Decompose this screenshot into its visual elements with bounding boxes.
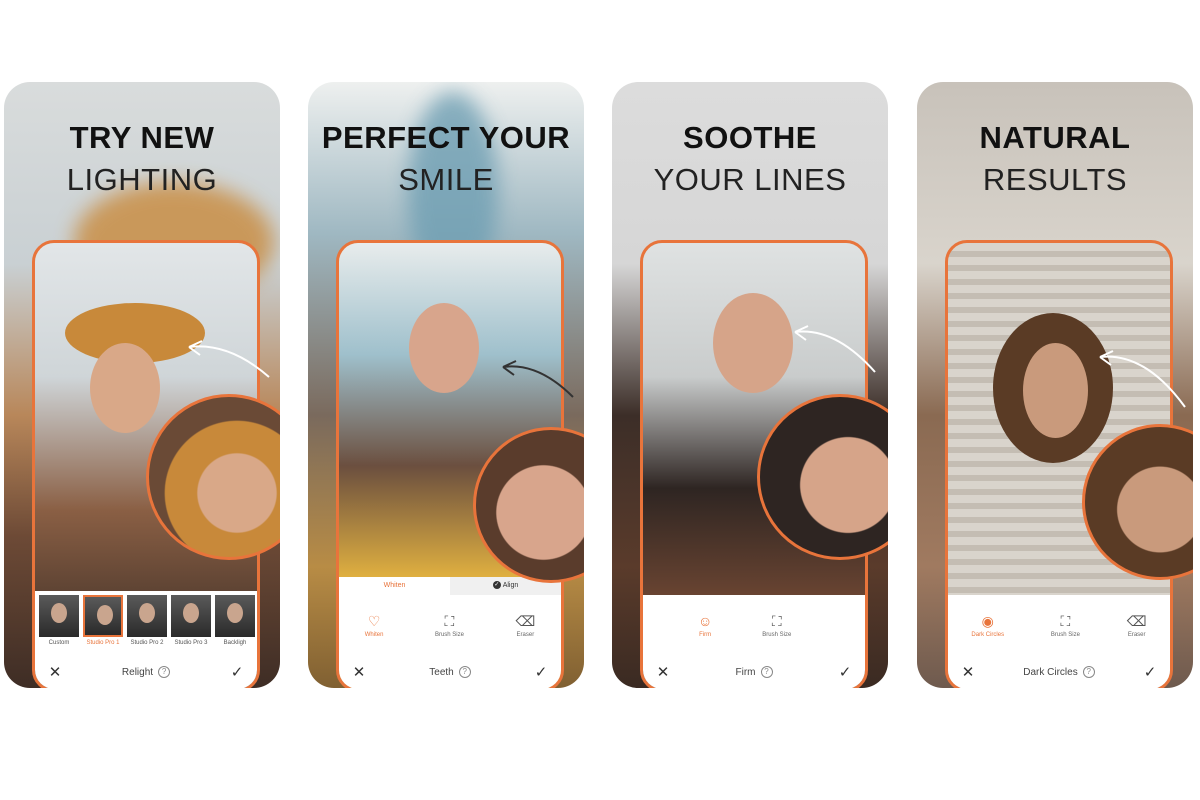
eye-icon: ◉	[981, 612, 994, 629]
help-icon[interactable]: ?	[1082, 666, 1095, 678]
tool-brush-size[interactable]: ⛶ Brush Size	[435, 613, 464, 638]
preset-thumbnail	[171, 595, 211, 637]
arrow-annotation	[1099, 350, 1186, 408]
preset-thumbnail	[39, 595, 79, 637]
preset-thumbnail	[83, 595, 123, 637]
headline-bold: SOOTHE	[683, 120, 817, 155]
brush-size-icon: ⛶	[444, 612, 455, 629]
eraser-icon: ⌫	[515, 612, 536, 629]
tool-row: ♡ Whiten ⛶ Brush Size ⌫ Eraser	[339, 595, 561, 655]
promo-panel-firm: SOOTHE YOUR LINES ☺ Firm ⛶ Brush Size ✕ Fi…	[612, 82, 888, 688]
help-icon[interactable]: ?	[760, 666, 773, 678]
tool-label: Dark Circles	[971, 631, 1005, 638]
help-icon[interactable]: ?	[158, 666, 171, 678]
preset-studio-pro-2[interactable]: Studio Pro 2	[127, 595, 167, 655]
headline-light: YOUR LINES	[653, 162, 847, 197]
preset-thumbnail	[215, 595, 255, 637]
preset-label: Backligh	[223, 640, 247, 646]
face	[409, 303, 479, 393]
headline-bold: PERFECT YOUR	[321, 120, 571, 155]
tool-brush-size[interactable]: ⛶ Brush Size	[762, 613, 791, 638]
promo-panel-teeth: PERFECT YOUR SMILE Whiten ✓ Align ♡ Whiten…	[308, 82, 584, 688]
segment-whiten[interactable]: Whiten	[339, 577, 450, 595]
close-icon[interactable]: ✕	[655, 663, 671, 681]
face	[713, 293, 793, 393]
segment-label: Align	[502, 582, 519, 589]
tool-firm[interactable]: ☺ Firm	[698, 613, 712, 638]
tool-label: Brush Size	[762, 631, 792, 638]
editor-titlebar: ✕ Teeth? ✓	[339, 655, 561, 688]
tooth-icon: ♡	[367, 612, 381, 629]
tool-row: ◉ Dark Circles ⛶ Brush Size ⌫ Eraser	[948, 595, 1170, 655]
face-icon: ☺	[698, 612, 713, 629]
brush-size-icon: ⛶	[1060, 612, 1071, 629]
close-icon[interactable]: ✕	[351, 663, 367, 681]
preset-strip: Custom Studio Pro 1 Studio Pro 2 Studio …	[35, 591, 257, 655]
brush-size-icon: ⛶	[771, 612, 782, 629]
promo-panel-relight: TRY NEW LIGHTING Custom Studio Pro 1 Stu…	[4, 82, 280, 688]
check-icon[interactable]: ✓	[837, 663, 853, 681]
tool-label: Eraser	[516, 631, 535, 638]
headline-light: RESULTS	[982, 162, 1128, 197]
editor-titlebar: ✕ Dark Circles? ✓	[948, 655, 1170, 688]
preset-thumbnail	[127, 595, 167, 637]
tool-title: Teeth	[429, 666, 454, 678]
editor-titlebar: ✕ Relight? ✓	[35, 655, 257, 688]
check-icon[interactable]: ✓	[1142, 663, 1158, 681]
tool-label: Eraser	[1127, 631, 1146, 638]
preset-label: Studio Pro 1	[86, 640, 120, 646]
tool-title: Relight	[121, 666, 154, 678]
headline-bold: TRY NEW	[69, 120, 215, 155]
help-icon[interactable]: ?	[458, 666, 471, 678]
face	[90, 343, 160, 433]
arrow-annotation	[188, 340, 270, 378]
headline-light: SMILE	[398, 162, 494, 197]
tool-label: Brush Size	[1050, 631, 1080, 638]
tool-eraser[interactable]: ⌫ Eraser	[515, 613, 535, 638]
arrow-annotation	[502, 360, 574, 398]
preset-backlight[interactable]: Backligh	[215, 595, 255, 655]
preset-label: Studio Pro 2	[130, 640, 164, 646]
preset-studio-pro-3[interactable]: Studio Pro 3	[171, 595, 211, 655]
tool-title: Dark Circles	[1023, 666, 1078, 678]
close-icon[interactable]: ✕	[47, 663, 63, 681]
preset-custom[interactable]: Custom	[39, 595, 79, 655]
promo-panel-dark-circles: NATURAL RESULTS ◉ Dark Circles ⛶ Brush Siz…	[917, 82, 1193, 688]
headline-light: LIGHTING	[66, 162, 218, 197]
editor-titlebar: ✕ Firm? ✓	[643, 655, 865, 688]
tool-dark-circles[interactable]: ◉ Dark Circles	[971, 613, 1004, 638]
headline-bold: NATURAL	[979, 120, 1131, 155]
preset-label: Studio Pro 3	[174, 640, 208, 646]
check-circle-icon: ✓	[492, 581, 501, 590]
tool-eraser[interactable]: ⌫ Eraser	[1127, 613, 1147, 638]
close-icon[interactable]: ✕	[960, 663, 976, 681]
check-icon[interactable]: ✓	[229, 663, 245, 681]
check-icon[interactable]: ✓	[533, 663, 549, 681]
tool-title: Firm	[735, 666, 756, 678]
tool-label: Firm	[699, 631, 712, 638]
tool-label: Whiten	[364, 631, 384, 638]
arrow-annotation	[794, 325, 876, 373]
preset-label: Custom	[48, 640, 70, 646]
tool-brush-size[interactable]: ⛶ Brush Size	[1051, 613, 1080, 638]
eraser-icon: ⌫	[1126, 612, 1147, 629]
tool-row: ☺ Firm ⛶ Brush Size	[643, 595, 865, 655]
tool-label: Brush Size	[434, 631, 464, 638]
preset-studio-pro-1[interactable]: Studio Pro 1	[83, 595, 123, 655]
face	[1023, 343, 1088, 438]
tool-whiten[interactable]: ♡ Whiten	[365, 613, 384, 638]
